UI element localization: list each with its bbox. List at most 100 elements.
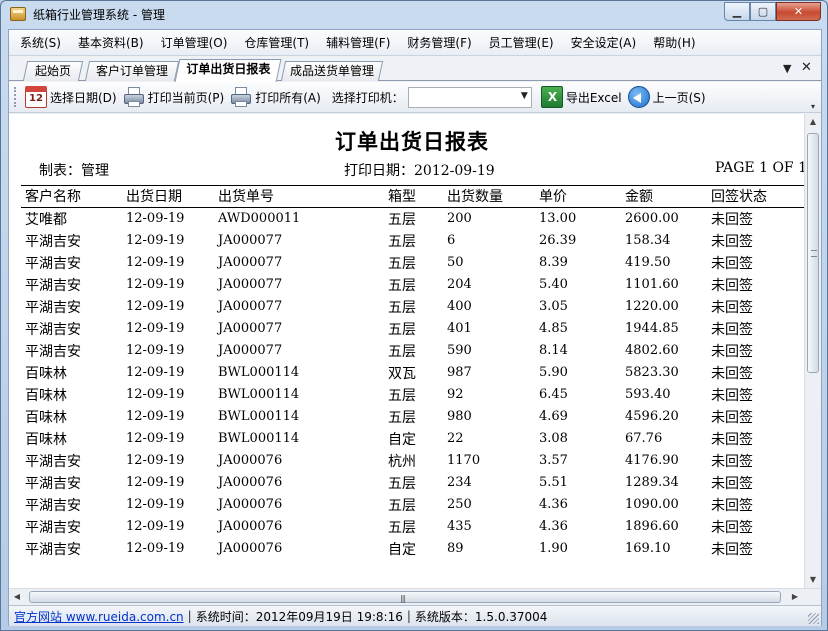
cell-amount: 169.10 (625, 541, 671, 556)
report-maker: 制表：管理 (39, 163, 109, 179)
cell-unit-price: 4.36 (539, 497, 568, 512)
menu-warehouse-management[interactable]: 仓库管理(T) (244, 34, 309, 51)
print-current-page-button[interactable]: 打印当前页(P) (120, 85, 228, 109)
tab-list-dropdown-icon[interactable]: ▼ (783, 62, 791, 75)
vertical-scrollbar[interactable]: ▲ ▼ (804, 114, 821, 588)
chevron-down-icon[interactable]: ▼ (521, 91, 528, 101)
cell-ship-number: JA000077 (218, 343, 283, 358)
cell-amount: 1896.60 (625, 519, 679, 534)
cell-ship-date: 12-09-19 (126, 255, 185, 270)
minimize-button[interactable]: ▁ (724, 2, 750, 21)
cell-sign-status: 未回签 (711, 278, 753, 294)
cell-box-type: 五层 (388, 234, 416, 250)
menu-help[interactable]: 帮助(H) (653, 34, 695, 51)
cell-box-type: 五层 (388, 498, 416, 514)
cell-box-type: 双瓦 (388, 366, 416, 382)
print-all-button[interactable]: 打印所有(A) (227, 85, 324, 109)
printer-icon (230, 86, 252, 108)
cell-ship-number: BWL000114 (218, 409, 300, 424)
horizontal-scrollbar[interactable]: ◀ ||| ▶ (9, 588, 821, 605)
cell-customer: 平湖吉安 (25, 542, 81, 558)
scroll-right-arrow-icon[interactable]: ▶ (787, 589, 803, 605)
menu-bar: 系统(S) 基本资料(B) 订单管理(O) 仓库管理(T) 辅料管理(F) 财务… (9, 30, 821, 56)
menu-finance-management[interactable]: 财务管理(F) (407, 34, 471, 51)
tab-order-shipment-daily-report[interactable]: 订单出货日报表 (174, 59, 282, 82)
cell-ship-date: 12-09-19 (126, 343, 185, 358)
system-time: 系统时间：2012年09月19日 19:8:16 (195, 609, 403, 624)
cell-box-type: 五层 (388, 322, 416, 338)
calendar-icon (25, 86, 47, 108)
cell-quantity: 234 (447, 475, 472, 490)
cell-amount: 1944.85 (625, 321, 679, 336)
previous-page-button[interactable]: 上一页(S) (625, 85, 709, 109)
cell-amount: 419.50 (625, 255, 671, 270)
cell-sign-status: 未回签 (711, 432, 753, 448)
cell-ship-number: JA000076 (218, 475, 283, 490)
official-website-link[interactable]: 官方网站 www.rueida.com.cn (14, 608, 184, 625)
tab-customer-orders[interactable]: 客户订单管理 (84, 61, 180, 81)
cell-sign-status: 未回签 (711, 476, 753, 492)
report-rows: 艾唯都 12-09-19 AWD000011 五层 200 13.00 2600.00 未回签… (9, 208, 821, 560)
previous-page-label: 上一页(S) (652, 90, 706, 105)
cell-amount: 593.40 (625, 387, 671, 402)
tab-start-page[interactable]: 起始页 (22, 61, 84, 81)
print-all-label: 打印所有(A) (255, 90, 321, 105)
cell-unit-price: 13.00 (539, 211, 577, 226)
cell-amount: 2600.00 (625, 211, 679, 226)
scroll-up-arrow-icon[interactable]: ▲ (805, 114, 821, 130)
cell-ship-number: BWL000114 (218, 431, 300, 446)
cell-sign-status: 未回签 (711, 520, 753, 536)
table-row: 百味林 12-09-19 BWL000114 双瓦 987 5.90 5823.30 未回签 (9, 362, 821, 384)
menu-order-management[interactable]: 订单管理(O) (161, 34, 228, 51)
cell-unit-price: 4.36 (539, 519, 568, 534)
col-header-ship-number: 出货单号 (218, 189, 274, 205)
cell-customer: 平湖吉安 (25, 322, 81, 338)
close-window-button[interactable]: ✕ (776, 2, 821, 21)
col-header-quantity: 出货数量 (447, 189, 503, 205)
export-excel-button[interactable]: 导出Excel (538, 85, 625, 109)
cell-ship-number: BWL000114 (218, 365, 300, 380)
printer-select-label: 选择打印机： (331, 90, 404, 105)
cell-customer: 平湖吉安 (25, 454, 81, 470)
close-tab-icon[interactable]: ✕ (801, 60, 812, 75)
resize-grip[interactable] (808, 613, 819, 624)
menu-system[interactable]: 系统(S) (20, 34, 61, 51)
printer-icon (123, 86, 145, 108)
cell-ship-number: JA000076 (218, 541, 283, 556)
maximize-button[interactable]: ▢ (750, 2, 776, 21)
cell-customer: 平湖吉安 (25, 520, 81, 536)
report-viewer[interactable]: 订单出货日报表 制表：管理 打印日期：2012-09-19 PAGE 1 OF … (9, 114, 821, 588)
cell-ship-number: JA000077 (218, 255, 283, 270)
cell-customer: 百味林 (25, 388, 67, 404)
toolbar-grip[interactable] (14, 87, 18, 107)
printer-select[interactable]: ▼ (407, 86, 532, 108)
horizontal-scroll-thumb[interactable]: ||| (29, 591, 781, 603)
cell-ship-date: 12-09-19 (126, 475, 185, 490)
menu-accessories-management[interactable]: 辅料管理(F) (326, 34, 390, 51)
cell-quantity: 1170 (447, 453, 481, 468)
menu-basic-data[interactable]: 基本资料(B) (78, 34, 144, 51)
menu-staff-management[interactable]: 员工管理(E) (489, 34, 554, 51)
cell-ship-number: JA000076 (218, 519, 283, 534)
scroll-left-arrow-icon[interactable]: ◀ (9, 589, 25, 605)
title-bar[interactable]: 纸箱行业管理系统 - 管理 ▁ ▢ ✕ (1, 1, 827, 28)
cell-ship-number: JA000077 (218, 277, 283, 292)
cell-ship-date: 12-09-19 (126, 299, 185, 314)
cell-unit-price: 3.05 (539, 299, 568, 314)
toolbar-overflow-icon[interactable]: ▾ (811, 102, 815, 111)
window-title: 纸箱行业管理系统 - 管理 (33, 8, 165, 22)
cell-amount: 1090.00 (625, 497, 679, 512)
tab-finished-goods-delivery[interactable]: 成品送货单管理 (280, 61, 384, 81)
excel-icon (540, 86, 563, 108)
cell-unit-price: 26.39 (539, 233, 577, 248)
scroll-down-arrow-icon[interactable]: ▼ (805, 572, 821, 588)
cell-sign-status: 未回签 (711, 454, 753, 470)
menu-security-settings[interactable]: 安全设定(A) (571, 34, 637, 51)
select-date-button[interactable]: 选择日期(D) (22, 85, 120, 109)
cell-ship-date: 12-09-19 (126, 277, 185, 292)
cell-amount: 1220.00 (625, 299, 679, 314)
export-excel-label: 导出Excel (565, 90, 622, 105)
vertical-scroll-thumb[interactable] (807, 133, 819, 373)
table-row: 百味林 12-09-19 BWL000114 五层 92 6.45 593.40 未回签 (9, 384, 821, 406)
cell-sign-status: 未回签 (711, 256, 753, 272)
